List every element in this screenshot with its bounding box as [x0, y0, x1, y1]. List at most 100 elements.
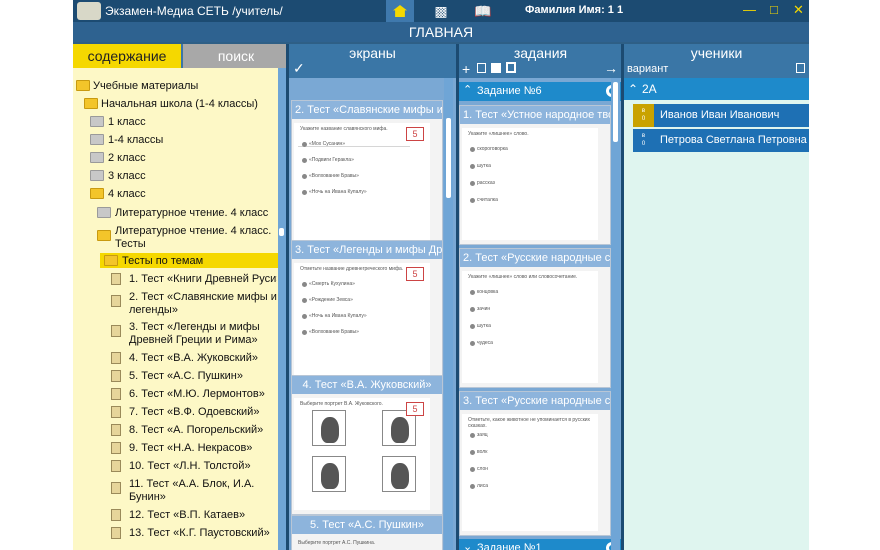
- tree-item-test[interactable]: 3. Тест «Легенды и мифы Древней Греции и…: [129, 321, 269, 347]
- option-bullet: [470, 290, 475, 295]
- maximize-icon[interactable]: □: [770, 2, 778, 17]
- tree-item-test[interactable]: 8. Тест «А. Погорельский»: [129, 424, 263, 437]
- document-icon: [111, 352, 121, 364]
- tree-item-test[interactable]: 4. Тест «В.А. Жуковский»: [129, 352, 258, 365]
- copy-icon[interactable]: [491, 63, 501, 73]
- tree-item-test[interactable]: 7. Тест «В.Ф. Одоевский»: [129, 406, 259, 419]
- tree-item-test[interactable]: 12. Тест «В.П. Катаев»: [129, 509, 245, 522]
- home-button[interactable]: [386, 0, 414, 22]
- close-icon[interactable]: ✕: [793, 2, 804, 18]
- delete-icon[interactable]: [796, 63, 805, 73]
- screens-scrollbar[interactable]: [444, 78, 453, 550]
- tasks-scrollbar[interactable]: [611, 78, 620, 550]
- question-text: Отметьте название древнегреческого мифа.: [300, 266, 404, 272]
- student-row[interactable]: в0 Петрова Светлана Петровна: [633, 129, 809, 152]
- task-card[interactable]: 2. Тест «Русские народные сказки» Укажит…: [459, 248, 611, 388]
- student-group[interactable]: ⌃ 2А: [624, 78, 809, 100]
- option-text: «Смерть Кухулина»: [309, 281, 355, 287]
- document-icon: [111, 273, 121, 285]
- tree-item-test[interactable]: 9. Тест «Н.А. Некрасов»: [129, 442, 252, 455]
- tree-item-test[interactable]: 1. Тест «Книги Древней Руси»: [129, 273, 277, 286]
- screen-card[interactable]: 4. Тест «В.А. Жуковский» Выберите портре…: [291, 375, 443, 515]
- tree-node-class1[interactable]: 1 класс: [108, 116, 146, 129]
- screen-card[interactable]: 5. Тест «А.С. Пушкин» Выберите портрет А…: [291, 515, 443, 550]
- question-text: Укажите «лишнее» слово или словосочетани…: [468, 274, 578, 280]
- delete-icon[interactable]: [477, 63, 486, 73]
- left-tabs: содержание поиск: [73, 44, 289, 68]
- screen-card[interactable]: 2. Тест «Славянские мифы и легенды» Укаж…: [291, 100, 443, 250]
- app-window: Экзамен-Медиа СЕТЬ /учитель/ ▩ 📖 Фамилия…: [73, 0, 809, 550]
- tree-node-class4[interactable]: 4 класс: [108, 188, 146, 201]
- option-text: «Волхование Бравы»: [309, 329, 359, 335]
- student-row[interactable]: в0 Иванов Иван Иванович: [633, 104, 809, 127]
- option-text: считалка: [477, 197, 498, 203]
- screen-card-title: 3. Тест «Легенды и мифы Древней Греции и…: [292, 241, 442, 259]
- tree-node-literature-tests[interactable]: Литературное чтение. 4 класс. Тесты: [115, 225, 273, 251]
- option-text: шутка: [477, 163, 491, 169]
- group-name: 2А: [642, 82, 657, 96]
- tab-content[interactable]: содержание: [73, 44, 181, 68]
- variant-badge-number: 0: [641, 116, 646, 122]
- tree-node-by-topics[interactable]: Тесты по темам: [122, 255, 203, 268]
- app-title: Экзамен-Медиа СЕТЬ /учитель/: [105, 4, 283, 18]
- variant-badge-letter: в: [641, 108, 646, 114]
- tree-node-class2[interactable]: 2 класс: [108, 152, 146, 165]
- tree-item-test[interactable]: 13. Тест «К.Г. Паустовский»: [129, 527, 270, 540]
- save-icon[interactable]: [506, 62, 516, 73]
- folder-open-icon: [90, 188, 104, 199]
- add-icon[interactable]: +: [462, 61, 470, 77]
- tree-node-literature[interactable]: Литературное чтение. 4 класс: [115, 207, 268, 220]
- task-card[interactable]: 1. Тест «Устное народное творчество» Ука…: [459, 105, 611, 245]
- option-bullet: [302, 142, 307, 147]
- option-text: слон: [477, 466, 489, 472]
- scrollbar-thumb[interactable]: [613, 82, 618, 142]
- tab-search[interactable]: поиск: [183, 44, 289, 68]
- tasks-header: задания + →: [459, 44, 622, 78]
- tree-scrollbar[interactable]: [278, 68, 286, 550]
- tasks-list: ⌃ Задание №6 1. Тест «Устное народное тв…: [459, 78, 622, 550]
- portrait-face: [321, 463, 339, 489]
- check-icon[interactable]: ✓: [293, 60, 305, 77]
- structure-button[interactable]: ▩: [427, 0, 455, 22]
- option-text: заяц: [477, 432, 488, 438]
- folder-icon: [90, 134, 104, 145]
- scrollbar-thumb[interactable]: [279, 228, 284, 236]
- tree-node-primary[interactable]: Начальная школа (1-4 классы): [101, 98, 258, 111]
- tree-item-test[interactable]: 10. Тест «Л.Н. Толстой»: [129, 460, 251, 473]
- task-group-title: Задание №1: [477, 542, 542, 550]
- option-bullet: [302, 282, 307, 287]
- option-text: «Ночь на Ивана Купалу»: [309, 313, 367, 319]
- tree-item-test[interactable]: 11. Тест «А.А. Блок, И.А. Бунин»: [129, 478, 269, 504]
- tree-item-test[interactable]: 2. Тест «Славянские мифы и легенды»: [129, 291, 277, 317]
- document-icon: [111, 406, 121, 418]
- portrait-image: [382, 456, 416, 492]
- tree-node-class3[interactable]: 3 класс: [108, 170, 146, 183]
- students-list: ⌃ 2А в0 Иванов Иван Иванович в0 Петрова …: [624, 78, 809, 550]
- tree-node-root[interactable]: Учебные материалы: [93, 80, 198, 93]
- option-bullet: [302, 314, 307, 319]
- screen-card[interactable]: 3. Тест «Легенды и мифы Древней Греции и…: [291, 240, 443, 380]
- variant-badge[interactable]: в0: [633, 104, 654, 127]
- task-card[interactable]: 3. Тест «Русские народные сказки» Отметь…: [459, 391, 611, 536]
- folder-open-icon: [84, 98, 98, 109]
- book-icon: 5: [406, 127, 424, 141]
- tree-item-test[interactable]: 5. Тест «А.С. Пушкин»: [129, 370, 243, 383]
- task-group-header[interactable]: ⌃ Задание №6: [459, 82, 622, 101]
- task-card-title: 2. Тест «Русские народные сказки»: [460, 249, 610, 267]
- task-card-title: 3. Тест «Русские народные сказки»: [460, 392, 610, 410]
- folder-open-icon: [76, 80, 90, 91]
- screen-preview: Укажите название славянского мифа. «Мох …: [294, 123, 430, 245]
- option-text: «Волхование Бравы»: [309, 173, 359, 179]
- task-group-header[interactable]: ⌄ Задание №1: [459, 539, 622, 550]
- arrow-right-icon[interactable]: →: [604, 60, 618, 76]
- screens-list: 2. Тест «Славянские мифы и легенды» Укаж…: [289, 78, 456, 550]
- minimize-icon[interactable]: —: [743, 2, 756, 17]
- option-text: скороговорка: [477, 146, 508, 152]
- tree-node-class1-4[interactable]: 1-4 классы: [108, 134, 163, 147]
- book-button[interactable]: 📖: [469, 0, 497, 22]
- variant-badge[interactable]: в0: [633, 129, 654, 152]
- task-card-title: 1. Тест «Устное народное творчество»: [460, 106, 610, 124]
- screens-header: экраны ✓: [289, 44, 456, 78]
- tree-item-test[interactable]: 6. Тест «М.Ю. Лермонтов»: [129, 388, 265, 401]
- scrollbar-thumb[interactable]: [446, 118, 451, 198]
